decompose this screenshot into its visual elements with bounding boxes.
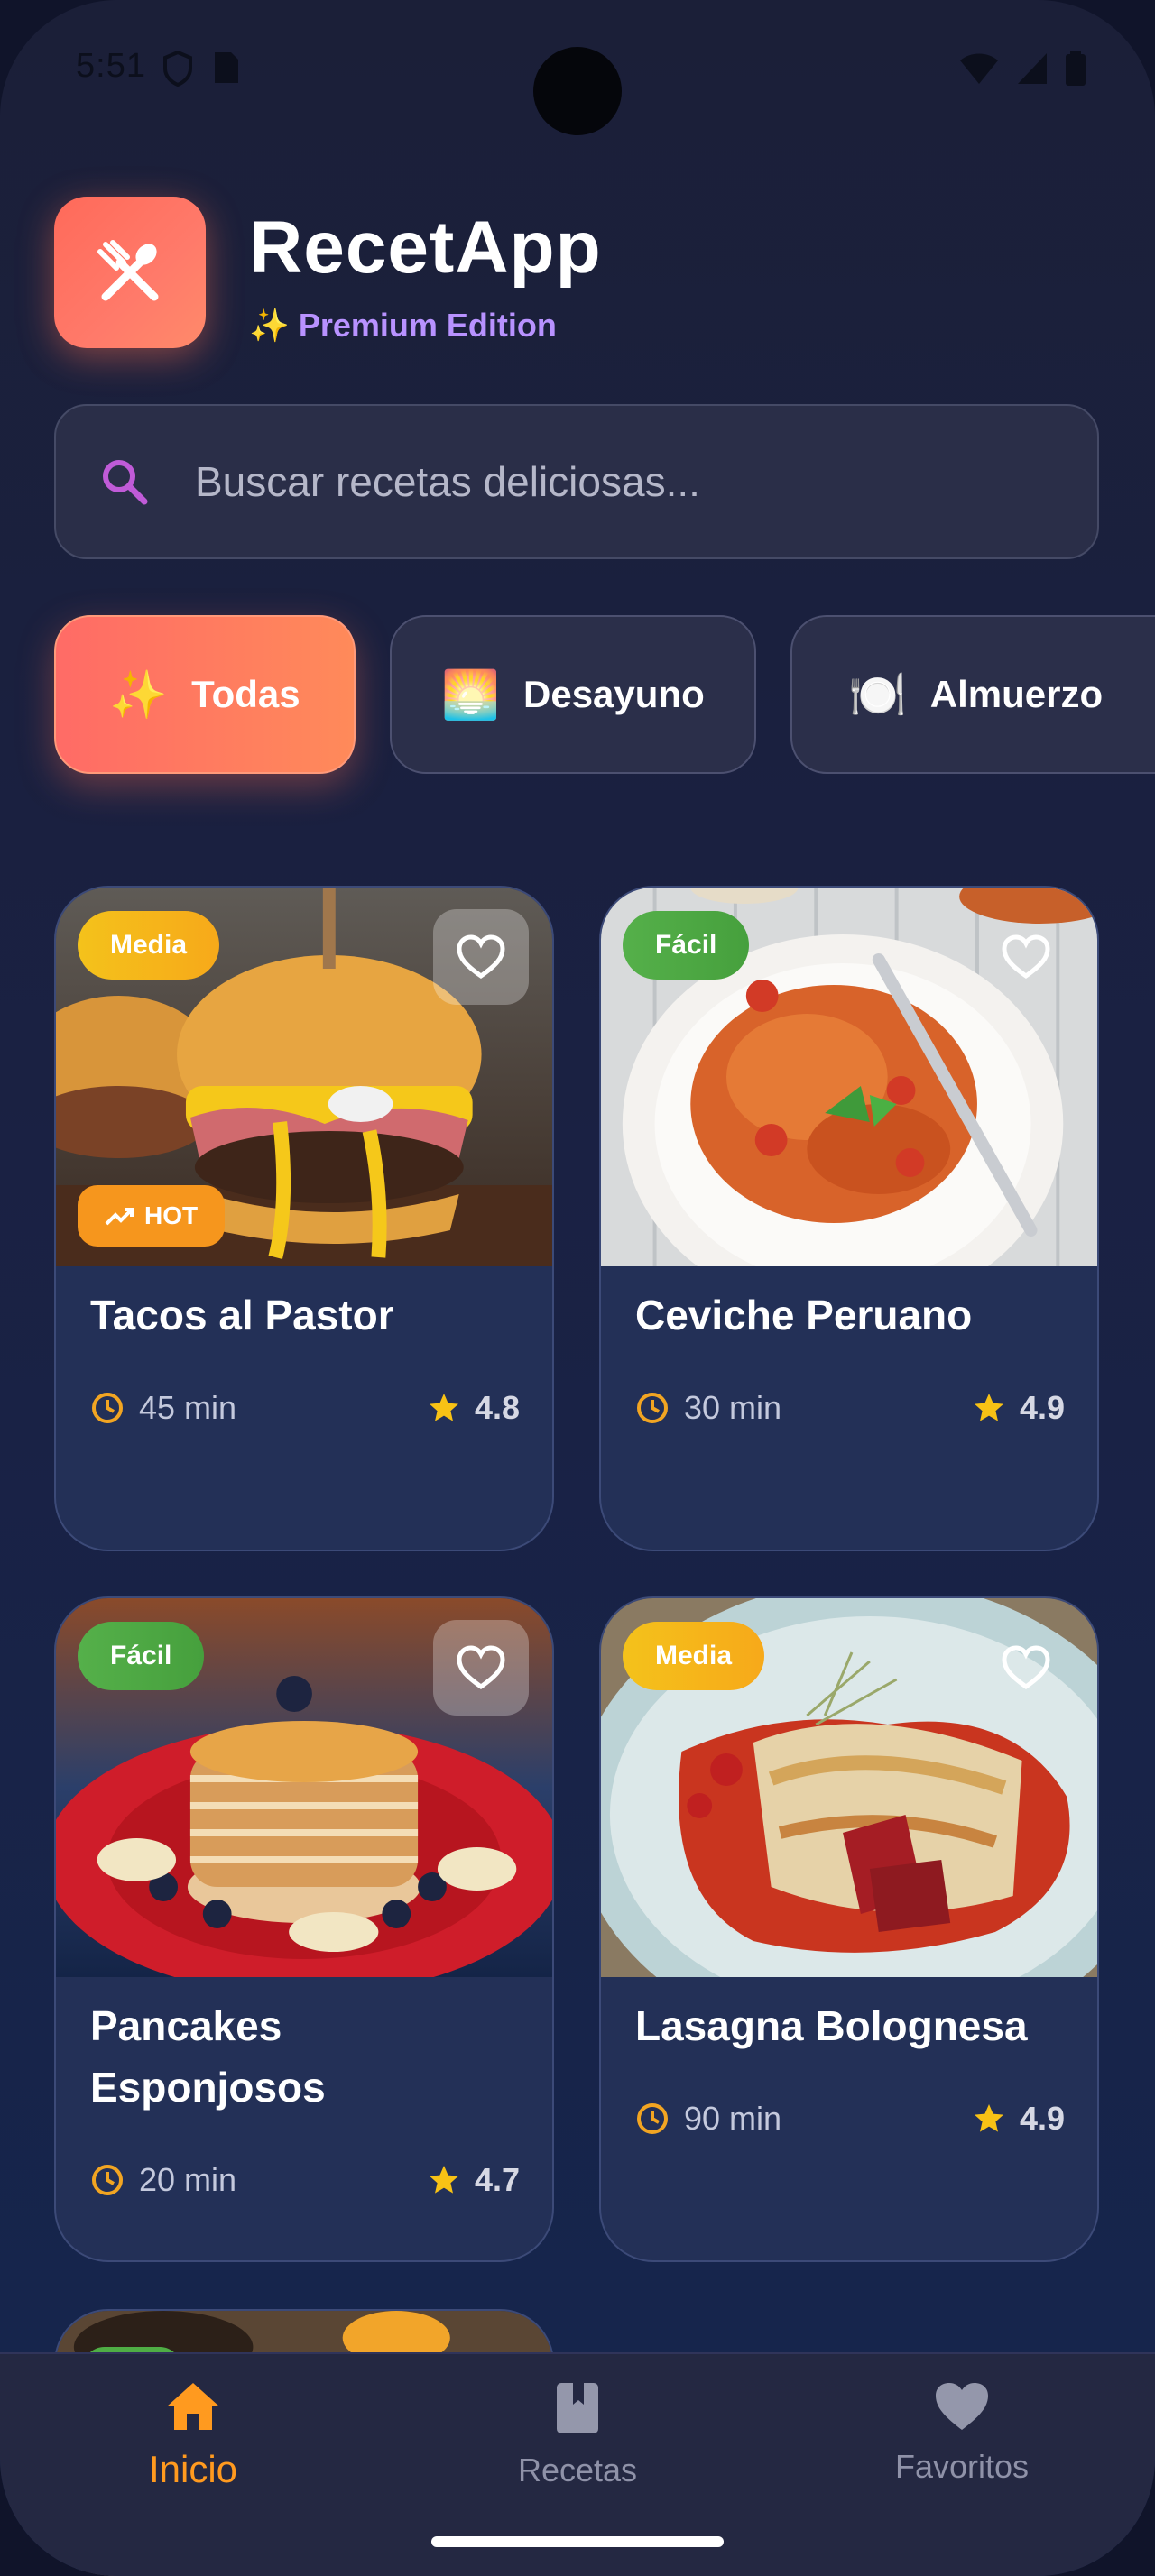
nav-label: Recetas <box>517 2452 638 2489</box>
plate-icon: 🍽️ <box>848 668 907 722</box>
recipe-card[interactable]: Fácil Pancakes Esponjosos 20 min 4.7 <box>54 1596 554 2262</box>
difficulty-badge: Fácil <box>623 911 750 980</box>
subtitle-text: Premium Edition <box>298 307 557 344</box>
phone-screen: 5:51 RecetApp ✨ Premium Edition ✨ Todas <box>0 0 1155 2576</box>
clock-icon <box>92 2165 123 2195</box>
signal-icon <box>1018 53 1047 84</box>
shield-icon <box>163 51 192 87</box>
clock-icon <box>637 1393 668 1423</box>
nav-label: Inicio <box>148 2448 238 2490</box>
nav-favorites[interactable]: Favoritos <box>845 2381 1079 2486</box>
search-icon <box>103 460 148 505</box>
favorite-button[interactable] <box>433 909 529 1005</box>
heart-outline-icon <box>1002 1645 1050 1690</box>
sparkles-icon: ✨ <box>109 668 169 722</box>
recipe-meta: 30 min 4.9 <box>635 1389 1065 1427</box>
app-subtitle: ✨ Premium Edition <box>249 307 557 345</box>
status-icons-right <box>958 51 1086 87</box>
star-icon <box>974 2104 1003 2132</box>
star-icon <box>429 2166 458 2194</box>
category-chip-todas[interactable]: ✨ Todas <box>54 615 356 774</box>
category-label: Desayuno <box>523 673 705 715</box>
recipe-rating: 4.7 <box>474 2161 520 2198</box>
status-time: 5:51 <box>76 47 146 85</box>
home-icon <box>167 2383 219 2430</box>
nav-recipes[interactable]: Recetas <box>460 2381 695 2489</box>
heart-icon <box>936 2383 988 2430</box>
category-chip-desayuno[interactable]: 🌅 Desayuno <box>390 615 756 774</box>
recipe-meta: 45 min 4.8 <box>90 1389 520 1427</box>
recipe-rating: 4.9 <box>1019 2100 1065 2137</box>
nav-label: Favoritos <box>894 2448 1030 2485</box>
recipe-title: Ceviche Peruano <box>635 1292 973 1339</box>
heart-outline-icon <box>457 934 505 980</box>
clock-icon <box>637 2103 668 2134</box>
hot-badge: HOT <box>78 1185 226 1247</box>
heart-outline-icon <box>457 1645 505 1690</box>
battery-icon <box>1066 51 1086 86</box>
front-camera <box>533 47 622 135</box>
star-icon <box>429 1394 458 1421</box>
sim-card-icon <box>215 52 238 83</box>
app-title: RecetApp <box>249 207 602 289</box>
difficulty-badge: Media <box>78 911 220 980</box>
favorite-button[interactable] <box>978 1620 1074 1716</box>
heart-outline-icon <box>1002 934 1050 980</box>
recipe-card[interactable]: Media HOT Tacos al Pastor 45 min 4.8 <box>54 886 554 1551</box>
home-indicator[interactable] <box>431 2536 724 2547</box>
difficulty-badge: Fácil <box>78 1622 205 1690</box>
recipe-rating: 4.8 <box>474 1389 520 1426</box>
category-chip-almuerzo[interactable]: 🍽️ Almuerzo <box>790 615 1155 774</box>
star-icon <box>974 1394 1003 1421</box>
hot-label: HOT <box>144 1201 199 1229</box>
recipe-time: 90 min <box>684 2100 782 2137</box>
sunrise-icon: 🌅 <box>441 668 500 722</box>
search-input[interactable] <box>193 406 1097 557</box>
recipe-meta: 90 min 4.9 <box>635 2100 1065 2138</box>
recipe-time: 20 min <box>139 2161 237 2198</box>
favorite-button[interactable] <box>978 909 1074 1005</box>
search-bar[interactable] <box>54 404 1099 559</box>
category-label: Todas <box>191 673 300 715</box>
fork-spoon-icon <box>97 240 159 301</box>
trending-up-icon <box>105 1208 134 1226</box>
nav-home[interactable]: Inicio <box>76 2381 310 2491</box>
wifi-icon <box>960 53 998 84</box>
recipe-title: Tacos al Pastor <box>90 1292 394 1339</box>
recipe-card[interactable]: Fácil Ceviche Peruano 30 min 4.9 <box>599 886 1099 1551</box>
recipe-card[interactable]: Media Lasagna Bolognesa 90 min 4.9 <box>599 1596 1099 2262</box>
recipe-meta: 20 min 4.7 <box>90 2161 520 2199</box>
recipe-title: Lasagna Bolognesa <box>635 2002 1028 2049</box>
recipe-title: Pancakes Esponjosos <box>90 2002 326 2111</box>
category-label: Almuerzo <box>929 673 1104 715</box>
recipe-time: 30 min <box>684 1389 782 1426</box>
recipe-time: 45 min <box>139 1389 237 1426</box>
status-icons-left <box>162 51 240 87</box>
clock-icon <box>92 1393 123 1423</box>
recipe-rating: 4.9 <box>1019 1389 1065 1426</box>
favorite-button[interactable] <box>433 1620 529 1716</box>
app-logo <box>54 197 206 348</box>
sparkles-icon: ✨ <box>249 307 290 344</box>
book-icon <box>557 2383 598 2433</box>
difficulty-badge: Media <box>623 1622 765 1690</box>
